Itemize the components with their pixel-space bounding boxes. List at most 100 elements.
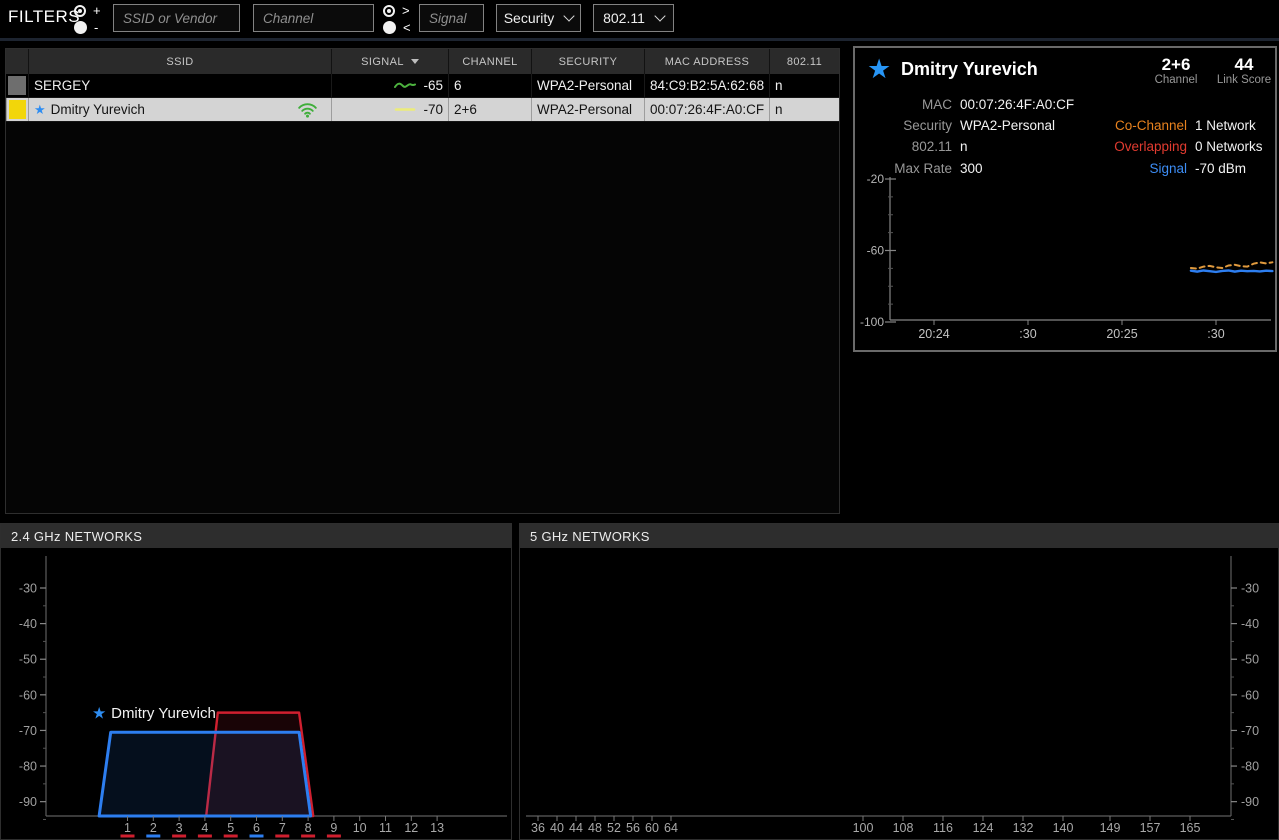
svg-text:-50: -50 xyxy=(19,653,37,667)
favorite-star-icon[interactable]: ★ xyxy=(34,102,46,118)
detail-field-80211: 802.11 n xyxy=(855,136,968,157)
network-detail-panel: -20-60-10020:24:3020:25:30 ★ Dmitry Yure… xyxy=(853,46,1277,352)
svg-text:20:25: 20:25 xyxy=(1106,327,1137,341)
svg-text:40: 40 xyxy=(550,821,564,835)
signal-filter-input[interactable] xyxy=(419,4,484,32)
svg-text:44: 44 xyxy=(569,821,583,835)
svg-text:-80: -80 xyxy=(19,760,37,774)
header-signal[interactable]: SIGNAL xyxy=(331,49,448,74)
detail-channel-label: Channel xyxy=(1143,74,1209,87)
panel-5ghz: 5 GHz NETWORKS -30-40-50-60-70-80-903640… xyxy=(519,523,1279,840)
networks-table: SSID SIGNAL CHANNEL SECURITY MAC ADDRESS… xyxy=(5,48,840,514)
filter-include-radio[interactable]: + xyxy=(74,2,114,19)
signal-sparkline-icon xyxy=(394,81,416,90)
svg-text:12: 12 xyxy=(404,821,418,835)
radio-selected-icon[interactable] xyxy=(74,5,86,17)
greater-symbol: > xyxy=(402,5,410,17)
svg-text:-60: -60 xyxy=(867,244,885,258)
table-row[interactable]: ★Dmitry Yurevich-702+6WPA2-Personal00:07… xyxy=(6,98,839,122)
signal-value: -70 xyxy=(423,102,443,117)
filters-label: FILTERS xyxy=(8,7,80,27)
header-ssid[interactable]: SSID xyxy=(28,49,331,74)
detail-channel-block: 2+6 Channel xyxy=(1143,55,1209,87)
security-filter-dropdown[interactable]: Security xyxy=(496,4,581,32)
svg-text:13: 13 xyxy=(430,821,444,835)
ssid-text: Dmitry Yurevich xyxy=(51,102,145,117)
svg-text:-90: -90 xyxy=(19,795,37,809)
chevron-down-icon xyxy=(654,10,665,21)
favorite-star-icon[interactable]: ★ xyxy=(867,54,891,85)
detail-network-title: Dmitry Yurevich xyxy=(901,59,1038,80)
svg-text:157: 157 xyxy=(1140,821,1161,835)
network-shape-dmitry-yurevich[interactable] xyxy=(99,732,311,816)
detail-channel-value: 2+6 xyxy=(1143,55,1209,74)
cell-security: WPA2-Personal xyxy=(531,98,644,121)
detail-field-overlapping: Overlapping 0 Networks xyxy=(1020,136,1263,157)
signal-greater-radio[interactable]: > xyxy=(383,2,423,19)
history-line-signal-current xyxy=(1191,271,1273,272)
signal-sparkline-icon xyxy=(394,105,416,114)
svg-text:-60: -60 xyxy=(1241,688,1259,702)
svg-text:56: 56 xyxy=(626,821,640,835)
header-mac-address[interactable]: MAC ADDRESS xyxy=(644,49,769,74)
svg-text:124: 124 xyxy=(973,821,994,835)
svg-text:-70: -70 xyxy=(1241,724,1259,738)
chevron-down-icon xyxy=(564,10,575,21)
cell-80211: n xyxy=(769,98,839,121)
header-security[interactable]: SECURITY xyxy=(531,49,644,74)
detail-field-signal: Signal -70 dBm xyxy=(1020,158,1246,179)
row-color-tab xyxy=(6,74,28,97)
cell-signal: -65 xyxy=(331,74,448,97)
svg-text:-40: -40 xyxy=(19,617,37,631)
security-dropdown-label: Security xyxy=(504,10,555,26)
svg-text:1: 1 xyxy=(124,821,131,835)
less-symbol: < xyxy=(403,22,411,34)
svg-text:-70: -70 xyxy=(19,724,37,738)
cell-ssid: ★ Dmitry Yurevich xyxy=(28,98,331,121)
cell-ssid: SERGEY xyxy=(28,74,331,97)
radio-unselected-icon[interactable] xyxy=(74,21,87,34)
svg-text:-60: -60 xyxy=(19,688,37,702)
svg-text:-50: -50 xyxy=(1241,653,1259,667)
ssid-filter-input[interactable] xyxy=(113,4,240,32)
exclude-symbol: - xyxy=(94,22,98,34)
filter-exclude-radio[interactable]: - xyxy=(74,19,114,36)
network-label: Dmitry Yurevich xyxy=(111,705,216,722)
signal-less-radio[interactable]: < xyxy=(383,19,423,36)
svg-text::30: :30 xyxy=(1019,327,1036,341)
svg-text:100: 100 xyxy=(853,821,874,835)
protocol-filter-dropdown[interactable]: 802.11 xyxy=(593,4,674,32)
svg-text:7: 7 xyxy=(279,821,286,835)
svg-text:6: 6 xyxy=(253,821,260,835)
panel-2-4ghz: 2.4 GHz NETWORKS -30-40-50-60-70-80-90★D… xyxy=(0,523,512,840)
include-symbol: + xyxy=(93,5,101,17)
table-row[interactable]: SERGEY-656WPA2-Personal84:C9:B2:5A:62:68… xyxy=(6,74,839,98)
svg-text:108: 108 xyxy=(893,821,914,835)
svg-text:140: 140 xyxy=(1053,821,1074,835)
svg-text:20:24: 20:24 xyxy=(918,327,949,341)
svg-text:-80: -80 xyxy=(1241,760,1259,774)
cell-security: WPA2-Personal xyxy=(531,74,644,97)
table-header-row: SSID SIGNAL CHANNEL SECURITY MAC ADDRESS… xyxy=(6,49,839,74)
radio-unselected-icon[interactable] xyxy=(383,21,396,34)
svg-text:-100: -100 xyxy=(860,315,884,329)
row-color-tab xyxy=(6,98,28,121)
detail-field-mac: MAC 00:07:26:4F:A0:CF xyxy=(855,94,1074,115)
channel-filter-input[interactable] xyxy=(253,4,374,32)
svg-text:4: 4 xyxy=(201,821,208,835)
svg-text:-90: -90 xyxy=(1241,795,1259,809)
sort-desc-icon xyxy=(411,59,419,64)
radio-selected-icon[interactable] xyxy=(383,5,395,17)
svg-text:60: 60 xyxy=(645,821,659,835)
svg-text:5: 5 xyxy=(227,821,234,835)
header-80211[interactable]: 802.11 xyxy=(769,49,839,74)
spectrum-2-4ghz-chart: -30-40-50-60-70-80-90★Dmitry Yurevich123… xyxy=(1,548,511,839)
header-channel[interactable]: CHANNEL xyxy=(448,49,531,74)
cell-channel: 6 xyxy=(448,74,531,97)
svg-text:116: 116 xyxy=(933,821,953,835)
svg-text:36: 36 xyxy=(531,821,545,835)
wifi-connected-icon xyxy=(297,102,318,118)
cell-signal: -70 xyxy=(331,98,448,121)
detail-linkscore-block: 44 Link Score xyxy=(1211,55,1277,87)
wifi-analyzer-window: FILTERS + - > < Security xyxy=(0,0,1279,840)
